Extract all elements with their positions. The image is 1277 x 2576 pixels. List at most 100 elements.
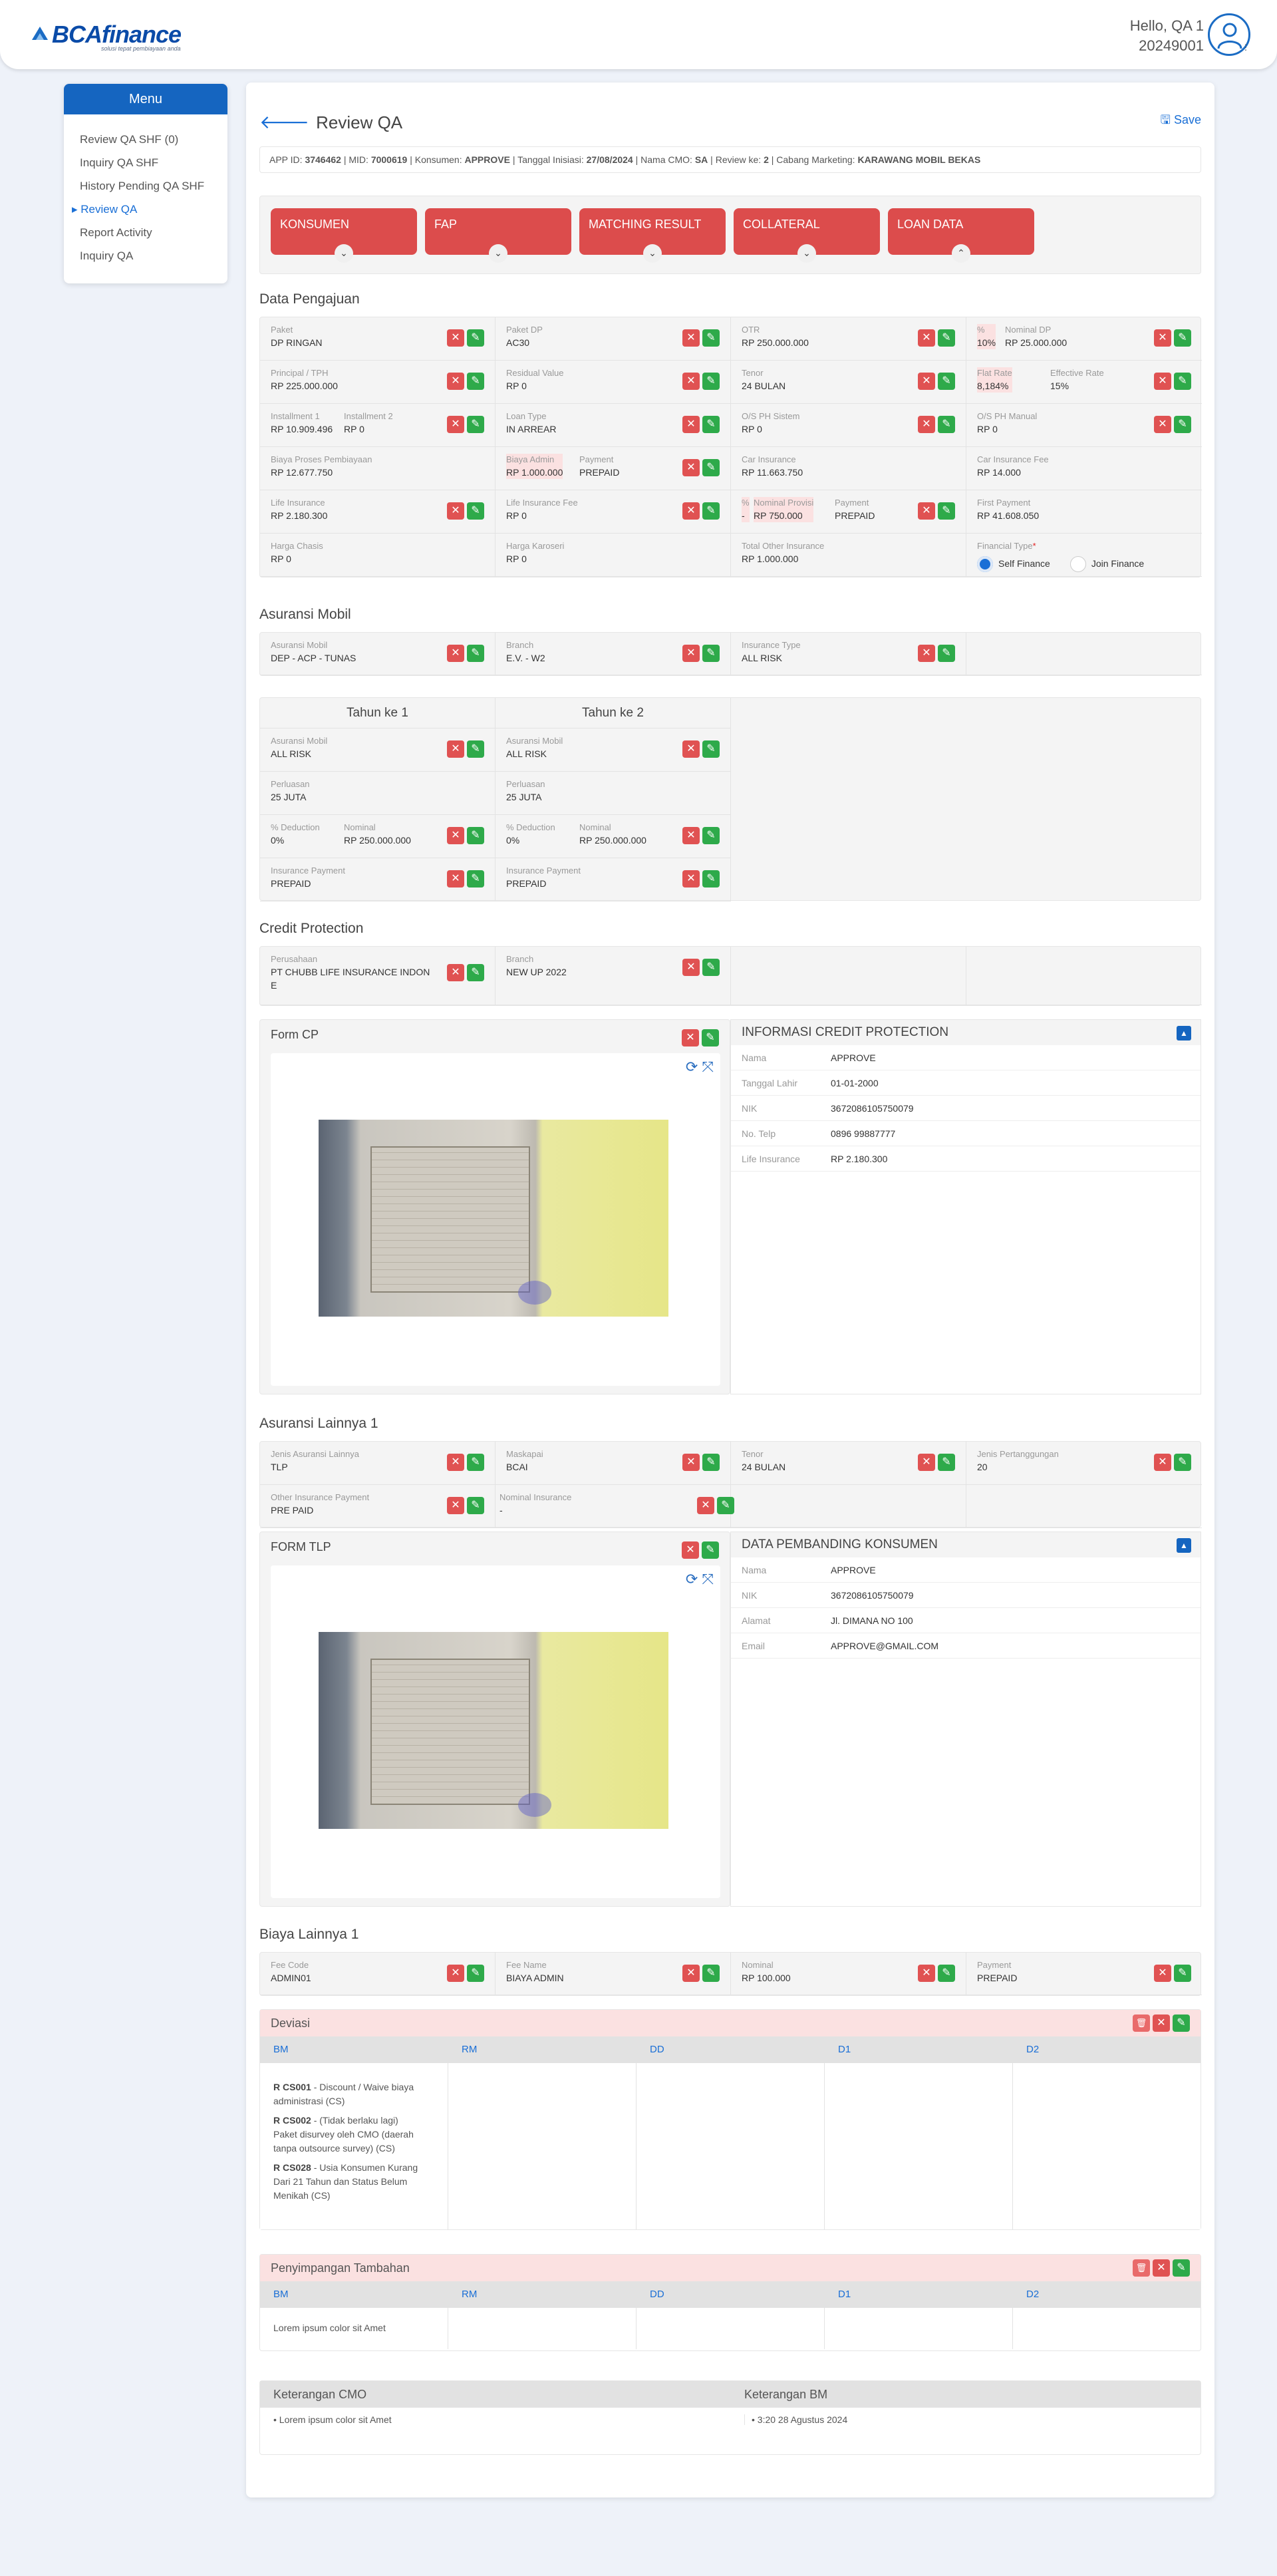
edit-button[interactable]: ✎ [702, 459, 720, 476]
edit-button[interactable]: ✎ [702, 1029, 719, 1046]
edit-button[interactable]: ✎ [467, 1965, 484, 1982]
edit-button[interactable]: ✎ [938, 502, 955, 520]
reject-button[interactable]: ✕ [682, 1965, 700, 1982]
edit-button[interactable]: ✎ [1174, 1965, 1191, 1982]
reject-button[interactable]: ✕ [682, 329, 700, 347]
edit-button[interactable]: ✎ [938, 645, 955, 662]
rotate-icon[interactable]: ⟳ [686, 1571, 698, 1587]
tab-matching-result[interactable]: MATCHING RESULT ⌄ [579, 208, 726, 263]
edit-button[interactable]: ✎ [938, 1965, 955, 1982]
reject-button[interactable]: ✕ [447, 1497, 464, 1514]
reject-button[interactable]: ✕ [918, 645, 935, 662]
edit-button[interactable]: ✎ [467, 1454, 484, 1471]
chevron-up-icon[interactable]: ▲ [1177, 1538, 1191, 1553]
rotate-icon[interactable]: ⟳ [686, 1058, 698, 1075]
reject-button[interactable]: ✕ [447, 1965, 464, 1982]
edit-button[interactable]: ✎ [467, 373, 484, 390]
arrow-left-icon[interactable]: 🡐 [259, 112, 309, 132]
chevron-down-icon[interactable]: ⌄ [643, 244, 662, 263]
reject-button[interactable]: ✕ [918, 502, 935, 520]
delete-button[interactable]: 🗑 [1133, 2014, 1150, 2032]
edit-button[interactable]: ✎ [702, 645, 720, 662]
reject-button[interactable]: ✕ [682, 416, 700, 433]
reject-button[interactable]: ✕ [1153, 2259, 1170, 2277]
reject-button[interactable]: ✕ [1153, 2014, 1170, 2032]
reject-button[interactable]: ✕ [447, 373, 464, 390]
sidebar-item-inquiry-qa[interactable]: Inquiry QA [80, 244, 227, 267]
tab-fap[interactable]: FAP ⌄ [425, 208, 571, 263]
reject-button[interactable]: ✕ [697, 1497, 714, 1514]
avatar[interactable]: ⋮ [1208, 13, 1250, 56]
edit-button[interactable]: ✎ [467, 870, 484, 887]
chevron-down-icon[interactable]: ⌄ [489, 244, 507, 263]
reject-button[interactable]: ✕ [682, 1541, 699, 1559]
edit-button[interactable]: ✎ [467, 416, 484, 433]
reject-button[interactable]: ✕ [447, 645, 464, 662]
tab-collateral[interactable]: COLLATERAL ⌄ [734, 208, 880, 263]
edit-button[interactable]: ✎ [467, 1497, 484, 1514]
sidebar-item-inquiry-qa-shf[interactable]: Inquiry QA SHF [80, 151, 227, 174]
reject-button[interactable]: ✕ [918, 416, 935, 433]
reject-button[interactable]: ✕ [682, 827, 700, 844]
document-viewer[interactable]: ⟳ ⤧ [271, 1565, 720, 1898]
reject-button[interactable]: ✕ [682, 459, 700, 476]
expand-icon[interactable]: ⤧ [702, 1058, 714, 1075]
reject-button[interactable]: ✕ [918, 1965, 935, 1982]
edit-button[interactable]: ✎ [938, 329, 955, 347]
chevron-up-icon[interactable]: ▲ [1177, 1026, 1191, 1041]
edit-button[interactable]: ✎ [938, 373, 955, 390]
reject-button[interactable]: ✕ [682, 1029, 699, 1046]
reject-button[interactable]: ✕ [918, 373, 935, 390]
edit-button[interactable]: ✎ [938, 1454, 955, 1471]
edit-button[interactable]: ✎ [702, 959, 720, 976]
sidebar-item-review-qa[interactable]: Review QA [80, 198, 227, 221]
reject-button[interactable]: ✕ [447, 827, 464, 844]
edit-button[interactable]: ✎ [702, 416, 720, 433]
reject-button[interactable]: ✕ [682, 373, 700, 390]
radio-on-icon[interactable] [977, 556, 993, 572]
edit-button[interactable]: ✎ [467, 645, 484, 662]
reject-button[interactable]: ✕ [447, 870, 464, 887]
edit-button[interactable]: ✎ [467, 964, 484, 981]
sidebar-item-review-qa-shf[interactable]: Review QA SHF (0) [80, 128, 227, 151]
radio-join-finance[interactable]: Join Finance [1069, 556, 1144, 572]
reject-button[interactable]: ✕ [918, 1454, 935, 1471]
edit-button[interactable]: ✎ [702, 740, 720, 758]
edit-button[interactable]: ✎ [467, 827, 484, 844]
edit-button[interactable]: ✎ [467, 502, 484, 520]
edit-button[interactable]: ✎ [467, 740, 484, 758]
edit-button[interactable]: ✎ [1174, 329, 1191, 347]
edit-button[interactable]: ✎ [1173, 2014, 1190, 2032]
reject-button[interactable]: ✕ [682, 645, 700, 662]
edit-button[interactable]: ✎ [702, 1541, 719, 1559]
reject-button[interactable]: ✕ [682, 1454, 700, 1471]
edit-button[interactable]: ✎ [702, 827, 720, 844]
reject-button[interactable]: ✕ [1154, 373, 1171, 390]
reject-button[interactable]: ✕ [447, 1454, 464, 1471]
reject-button[interactable]: ✕ [447, 502, 464, 520]
reject-button[interactable]: ✕ [682, 740, 700, 758]
bcafinance-logo[interactable]: BCAfinance solusi tepat pembiayaan anda [29, 21, 189, 52]
reject-button[interactable]: ✕ [447, 964, 464, 981]
expand-icon[interactable]: ⤧ [702, 1571, 714, 1587]
edit-button[interactable]: ✎ [1173, 2259, 1190, 2277]
edit-button[interactable]: ✎ [702, 870, 720, 887]
sidebar-item-report-activity[interactable]: Report Activity [80, 221, 227, 244]
reject-button[interactable]: ✕ [1154, 416, 1171, 433]
edit-button[interactable]: ✎ [702, 502, 720, 520]
reject-button[interactable]: ✕ [1154, 1965, 1171, 1982]
delete-button[interactable]: 🗑 [1133, 2259, 1150, 2277]
edit-button[interactable]: ✎ [702, 1454, 720, 1471]
tab-konsumen[interactable]: KONSUMEN ⌄ [271, 208, 417, 263]
radio-self-finance[interactable]: Self Finance [977, 556, 1050, 572]
sidebar-item-history-pending[interactable]: History Pending QA SHF [80, 174, 227, 198]
reject-button[interactable]: ✕ [1154, 329, 1171, 347]
edit-button[interactable]: ✎ [938, 416, 955, 433]
edit-button[interactable]: ✎ [1174, 373, 1191, 390]
reject-button[interactable]: ✕ [447, 416, 464, 433]
chevron-down-icon[interactable]: ⌄ [335, 244, 353, 263]
reject-button[interactable]: ✕ [918, 329, 935, 347]
reject-button[interactable]: ✕ [682, 870, 700, 887]
edit-button[interactable]: ✎ [467, 329, 484, 347]
radio-off-icon[interactable] [1069, 556, 1086, 572]
